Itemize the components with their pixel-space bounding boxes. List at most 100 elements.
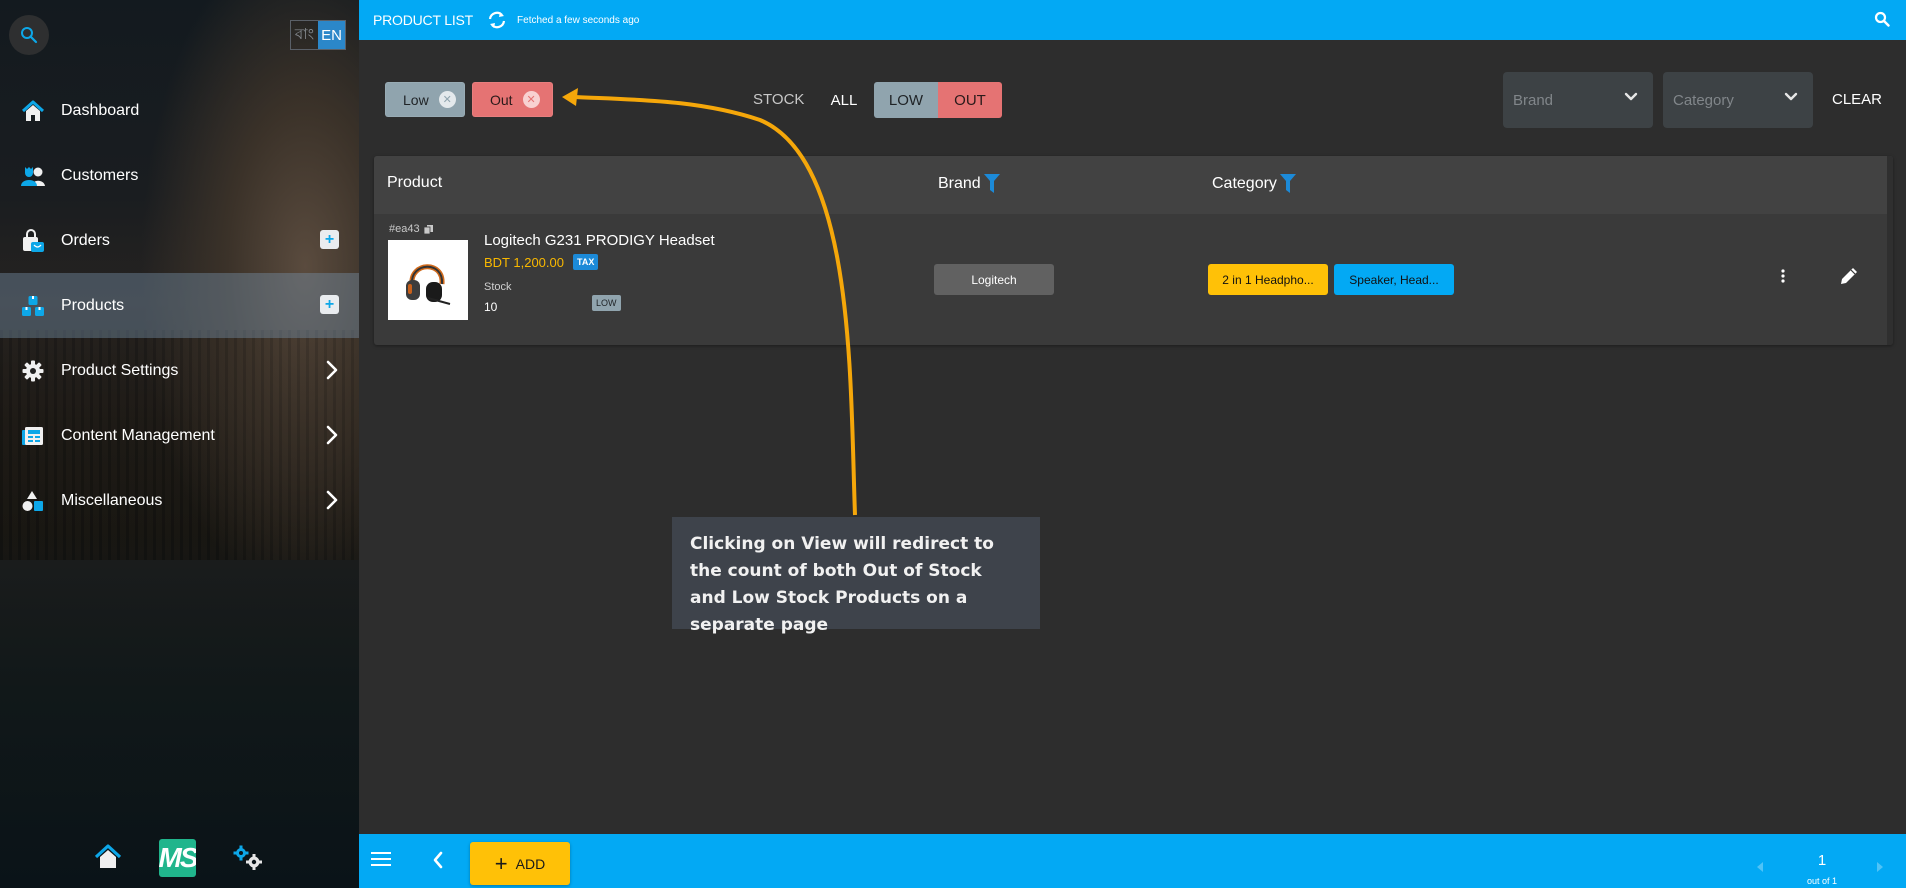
more-options-button[interactable] (1780, 268, 1786, 289)
app-root: বাং EN Dashboard Customers Orders + Prod… (0, 0, 1906, 888)
category-pill[interactable]: 2 in 1 Headpho... (1208, 264, 1328, 295)
page-total: out of 1 (1806, 876, 1838, 886)
category-pill[interactable]: Speaker, Head... (1334, 264, 1454, 295)
products-icon (20, 293, 46, 319)
fetched-status: Fetched a few seconds ago (517, 14, 640, 26)
clear-filters-button[interactable]: CLEAR (1832, 91, 1882, 108)
stock-value: 10 (484, 300, 498, 314)
filter-chip-out[interactable]: Out ✕ (472, 82, 553, 117)
column-header-label: Brand (938, 174, 981, 192)
filter-chip-label: Low (403, 91, 429, 108)
sidebar-item-orders[interactable]: Orders + (0, 208, 359, 273)
brand-pill[interactable]: Logitech (934, 264, 1054, 295)
filter-chip-label: Out (490, 91, 513, 108)
stock-filter-all[interactable]: ALL (826, 82, 862, 118)
bottom-bar: + ADD 1 out of 1 (359, 834, 1906, 888)
stock-filter-label: STOCK (753, 91, 805, 108)
app-logo[interactable]: MS (159, 839, 196, 877)
column-header-label: Product (387, 174, 443, 191)
sidebar-item-content-management[interactable]: Content Management (0, 403, 359, 468)
home-icon (20, 98, 46, 124)
sidebar-item-label: Products (61, 296, 125, 314)
chevron-left-icon (433, 851, 443, 869)
sidebar-item-label: Product Settings (61, 361, 179, 379)
sidebar-item-products[interactable]: Products + (0, 273, 359, 338)
refresh-button[interactable] (487, 11, 507, 29)
edit-button[interactable] (1839, 266, 1859, 291)
product-thumbnail[interactable] (388, 240, 468, 320)
sidebar-item-label: Orders (61, 231, 110, 249)
column-header-category: Category (1212, 174, 1296, 193)
pencil-icon (1841, 268, 1857, 284)
table-scrollbar[interactable] (1887, 156, 1893, 345)
top-search-button[interactable] (1874, 11, 1890, 32)
close-icon[interactable]: ✕ (522, 91, 540, 108)
sidebar-item-label: Miscellaneous (61, 491, 163, 509)
sidebar-search-button[interactable] (9, 15, 49, 55)
add-order-button[interactable]: + (320, 230, 339, 249)
top-bar: PRODUCT LIST Fetched a few seconds ago (359, 0, 1906, 40)
product-id-text: #ea43 (389, 223, 420, 235)
brand-select[interactable]: Brand (1503, 72, 1653, 128)
language-bangla[interactable]: বাং (291, 21, 318, 49)
sidebar-nav: Dashboard Customers Orders + Products + … (0, 78, 359, 533)
menu-button[interactable] (371, 850, 391, 873)
copy-icon[interactable] (423, 224, 433, 234)
chevron-down-icon (1624, 92, 1638, 101)
page-prev-button[interactable] (1757, 859, 1763, 877)
hamburger-icon (371, 852, 391, 866)
sidebar-item-label: Content Management (61, 426, 215, 444)
filter-icon[interactable] (983, 174, 1000, 193)
home-icon (94, 844, 122, 868)
add-product-button[interactable]: + (320, 295, 339, 314)
language-toggle: বাং EN (290, 20, 346, 50)
add-button-label: ADD (515, 855, 546, 872)
product-price-value: BDT 1,200.00 (484, 254, 564, 270)
headset-image (406, 264, 451, 305)
sidebar-item-miscellaneous[interactable]: Miscellaneous (0, 468, 359, 533)
language-english[interactable]: EN (318, 21, 345, 49)
page-number: 1 (1817, 852, 1827, 869)
category-select-placeholder: Category (1673, 91, 1734, 109)
sidebar-item-customers[interactable]: Customers (0, 143, 359, 208)
tax-badge: TAX (572, 254, 599, 270)
caret-right-icon (1877, 862, 1883, 872)
filter-chip-low[interactable]: Low ✕ (385, 82, 465, 117)
search-icon (1874, 11, 1890, 27)
sidebar-bottom: MS (0, 838, 359, 878)
sidebar-item-dashboard[interactable]: Dashboard (0, 78, 359, 143)
stock-status-badge: LOW (592, 295, 621, 311)
gear-icon (20, 358, 46, 384)
product-price: BDT 1,200.00 TAX (484, 254, 599, 270)
shapes-icon (20, 488, 46, 514)
filter-icon[interactable] (1279, 174, 1296, 193)
search-icon (21, 27, 38, 44)
sidebar-item-product-settings[interactable]: Product Settings (0, 338, 359, 403)
sidebar-item-label: Dashboard (61, 101, 140, 119)
orders-icon (20, 228, 46, 254)
chevron-right-icon (326, 360, 338, 380)
chevron-down-icon (1784, 92, 1798, 101)
chevron-right-icon (326, 490, 338, 510)
caret-left-icon (1757, 862, 1763, 872)
page-title: PRODUCT LIST (373, 12, 474, 28)
page-next-button[interactable] (1877, 859, 1883, 877)
category-select[interactable]: Category (1663, 72, 1813, 128)
table-row[interactable]: #ea43 Logitech G231 PRODIGY Headset BDT … (374, 214, 1893, 345)
settings-button[interactable] (233, 845, 265, 876)
product-table: Product Brand Category #ea43 Logitech G2… (374, 156, 1893, 345)
stock-filter-low[interactable]: LOW (874, 82, 938, 118)
column-header-label: Category (1212, 174, 1277, 192)
column-header-brand: Brand (938, 174, 1000, 193)
stock-filter-out[interactable]: OUT (938, 82, 1002, 118)
annotation-callout: Clicking on View will redirect to the co… (672, 517, 1040, 635)
home-button[interactable] (94, 844, 122, 875)
product-id: #ea43 (389, 223, 433, 235)
close-icon[interactable]: ✕ (438, 91, 456, 108)
sidebar: বাং EN Dashboard Customers Orders + Prod… (0, 0, 359, 888)
column-header-product: Product (387, 174, 442, 192)
add-button[interactable]: + ADD (470, 842, 570, 885)
product-name[interactable]: Logitech G231 PRODIGY Headset (484, 232, 715, 249)
back-button[interactable] (431, 850, 445, 875)
refresh-icon (488, 11, 506, 29)
